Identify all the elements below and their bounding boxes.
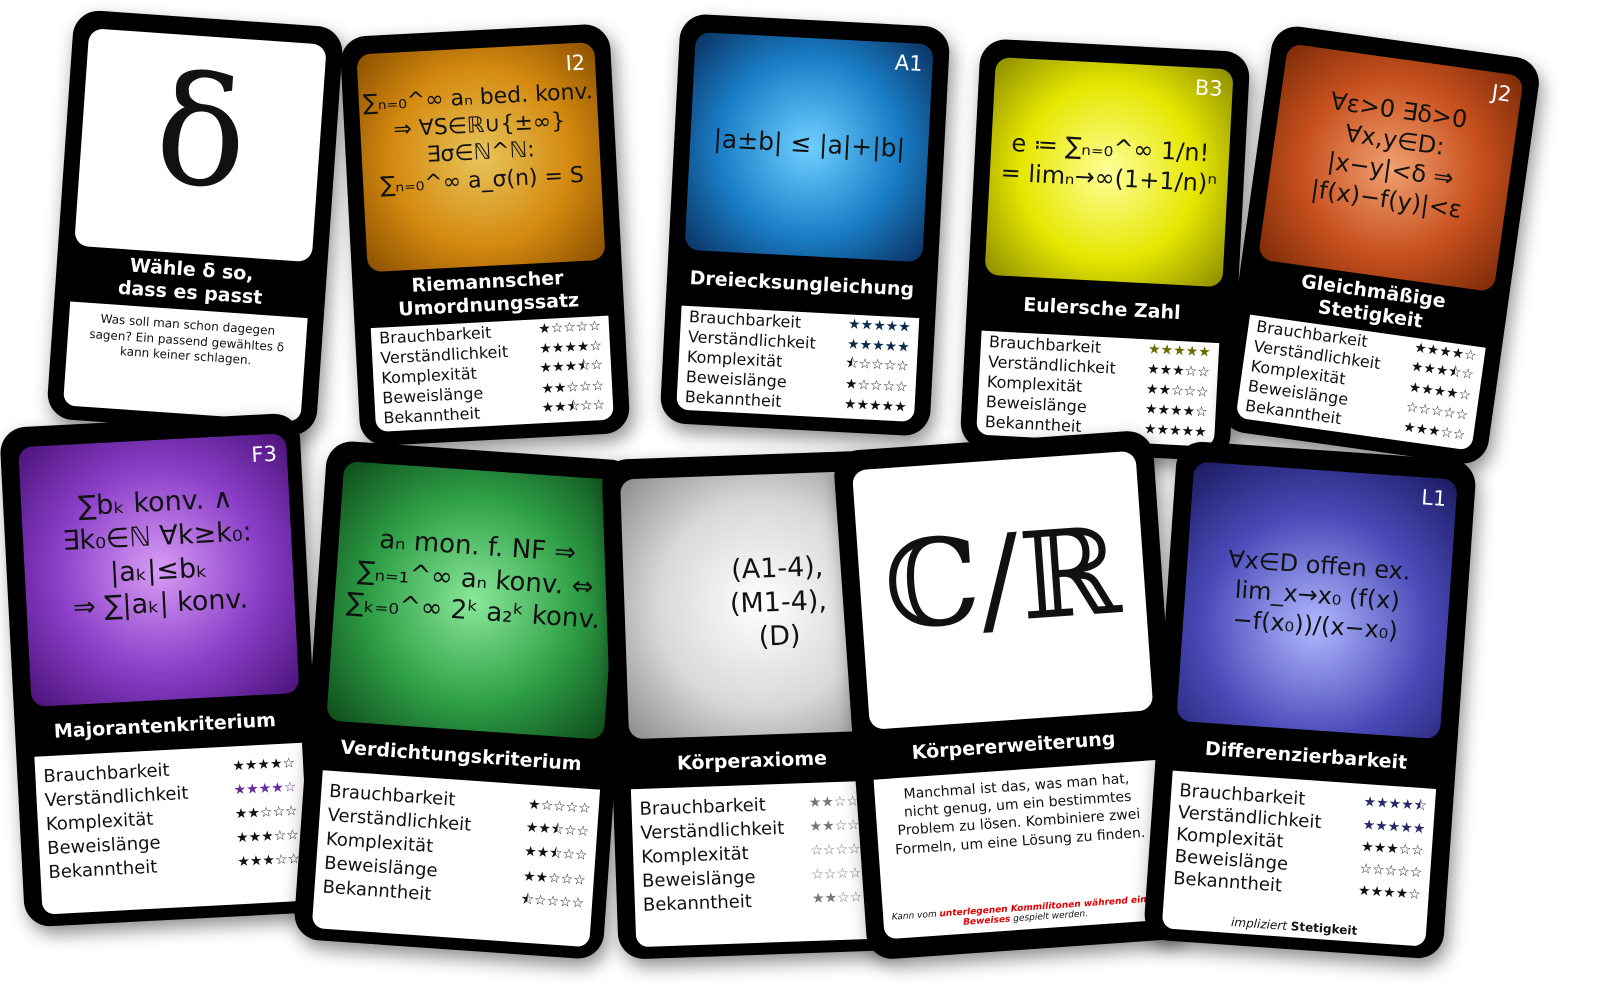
card-majorant[interactable]: F3 ∑bₖ konv. ∧ ∃k₀∈ℕ ∀k≥k₀: |aₖ|≤bₖ ⇒ ∑|… — [0, 412, 325, 928]
card-code: I2 — [564, 50, 586, 76]
card-code: J2 — [1490, 80, 1513, 107]
card-art: ℂ/ℝ — [851, 450, 1154, 730]
card-stats: Brauchbarkeit ★★★★★ Verständlichkeit ★★★☆☆… — [976, 330, 1220, 447]
card-art: δ — [74, 28, 327, 263]
card-art: aₙ mon. f. NF ⇒ ∑ₙ₌₁^∞ aₙ konv. ⇔ ∑ₖ₌₀^∞… — [326, 461, 622, 740]
card-art: A1 |a±b| ≤ |a|+|b| — [684, 32, 934, 263]
stat-stars: ★★★★★ — [1147, 341, 1212, 361]
card-stats: Brauchbarkeit ★★★★☆ Verständlichkeit ★★★★☆… — [34, 742, 311, 915]
card-art: B3 e ≔ ∑ₙ₌₀^∞ 1/n! = limₙ→∞(1+1/n)ⁿ — [984, 57, 1234, 288]
stat-label: Beweislänge — [641, 866, 756, 892]
stat-stars: ⯪☆☆☆☆ — [520, 891, 585, 912]
stat-stars: ★★⯪☆☆ — [523, 843, 588, 864]
card-formula: aₙ mon. f. NF ⇒ ∑ₙ₌₁^∞ aₙ konv. ⇔ ∑ₖ₌₀^∞… — [345, 524, 602, 636]
card-stats: Brauchbarkeit ★★★★★ Verständlichkeit ★★★★★… — [676, 305, 920, 422]
card-title: Dreiecksungleichung — [689, 266, 915, 301]
card-formula: ∀x∈D offen ex. lim_x→x₀ (f(x)−f(x₀))/(x−… — [1227, 544, 1412, 645]
card-formula: ∀ε>0 ∃δ>0 ∀x,y∈D: |x−y|<δ ⇒ |f(x)−f(y)|<… — [1309, 86, 1470, 224]
stat-label: Bekanntheit — [684, 386, 783, 411]
stat-stars: ★★★★☆ — [1144, 401, 1209, 421]
card-formula: ∑ₙ₌₀^∞ aₙ bed. konv. ⇒ ∀S∈ℝ∪{±∞} ∃σ∈ℕ^ℕ:… — [362, 79, 594, 198]
card-art: F3 ∑bₖ konv. ∧ ∃k₀∈ℕ ∀k≥k₀: |aₖ|≤bₖ ⇒ ∑|… — [18, 433, 300, 707]
card-title: Eulersche Zahl — [1022, 293, 1182, 324]
stat-stars: ★★★☆☆ — [236, 851, 301, 871]
card-description: Was soll man schon dagegen sagen? Ein pa… — [88, 311, 285, 368]
card-description-panel: Manchmal ist das, was man hat, nicht gen… — [873, 759, 1169, 940]
card-formula: (A1-4), (M1-4), (D) — [729, 551, 828, 653]
stat-stars: ★★★★☆ — [1357, 882, 1422, 904]
stat-stars: ★★★☆☆ — [1360, 838, 1425, 860]
card-description-panel: Was soll man schon dagegen sagen? Ein pa… — [62, 301, 308, 422]
stat-stars: ★☆☆☆☆ — [537, 318, 602, 338]
stat-stars: ★★⯪☆☆ — [541, 396, 606, 417]
stat-stars: ★★★★★ — [847, 316, 912, 336]
card-delta[interactable]: δ Wähle δ so, dass es passt Was soll man… — [46, 9, 344, 437]
note-text: Kann vom — [891, 909, 940, 923]
card-art: L1 ∀x∈D offen ex. lim_x→x₀ (f(x)−f(x₀))/… — [1176, 461, 1458, 740]
stat-label: Bekanntheit — [47, 856, 158, 883]
stat-label: Brauchbarkeit — [639, 794, 767, 820]
card-koerpererweiterung[interactable]: ℂ/ℝ Körpererweiterung Manchmal ist das, … — [832, 429, 1188, 961]
card-riemann[interactable]: I2 ∑ₙ₌₀^∞ aₙ bed. konv. ⇒ ∀S∈ℝ∪{±∞} ∃σ∈ℕ… — [339, 23, 631, 447]
card-stats: Brauchbarkeit ★★☆☆☆ Verständlichkeit ★★☆☆☆… — [630, 780, 885, 948]
card-verdichtung[interactable]: aₙ mon. f. NF ⇒ ∑ₙ₌₁^∞ aₙ konv. ⇔ ∑ₖ₌₀^∞… — [292, 439, 638, 961]
stat-stars: ★★★★⯪ — [1362, 794, 1428, 815]
card-play-note: Kann vom unterlegenen Kommilitonen währe… — [891, 894, 1160, 933]
stat-stars: ★★★★★ — [1143, 421, 1208, 441]
stat-label: Bekanntheit — [321, 876, 433, 905]
stat-label: Verständlichkeit — [640, 817, 785, 844]
stat-stars: ★★☆☆☆ — [522, 868, 587, 889]
stat-stars: ★★★⯪☆ — [539, 357, 604, 377]
card-code: F3 — [250, 441, 278, 468]
card-stats: Brauchbarkeit ★★★★⯪ Verständlichkeit ★★★★★… — [1161, 770, 1437, 947]
card-euler[interactable]: B3 e ≔ ∑ₙ₌₀^∞ 1/n! = limₙ→∞(1+1/n)ⁿ Eule… — [959, 38, 1251, 462]
card-art: I2 ∑ₙ₌₀^∞ aₙ bed. konv. ⇒ ∀S∈ℝ∪{±∞} ∃σ∈ℕ… — [356, 42, 606, 273]
card-art: J2 ∀ε>0 ∃δ>0 ∀x,y∈D: |x−y|<δ ⇒ |f(x)−f(y… — [1257, 43, 1524, 293]
card-code: A1 — [894, 50, 924, 76]
stat-stars: ★★★★★ — [1362, 816, 1426, 838]
card-description: Manchmal ist das, was man hat, nicht gen… — [894, 770, 1146, 858]
field-extension-symbol: ℂ/ℝ — [879, 502, 1125, 658]
stat-label: Komplexität — [640, 842, 749, 868]
stat-label: Bekanntheit — [382, 403, 481, 428]
stat-stars: ★★★☆☆ — [235, 827, 300, 847]
card-formula: |a±b| ≤ |a|+|b| — [712, 124, 906, 164]
card-gleichmaessig[interactable]: J2 ∀ε>0 ∃δ>0 ∀x,y∈D: |x−y|<δ ⇒ |f(x)−f(y… — [1217, 23, 1543, 467]
stat-stars: ★★★★☆ — [233, 779, 297, 799]
card-implies-note: impliziert Stetigkeit — [1172, 911, 1416, 942]
implies-target: Stetigkeit — [1290, 919, 1358, 938]
stat-stars: ★★☆☆☆ — [1145, 381, 1210, 401]
stat-stars: ★★★☆☆ — [1146, 361, 1211, 381]
card-formula: ∑bₖ konv. ∧ ∃k₀∈ℕ ∀k≥k₀: |aₖ|≤bₖ ⇒ ∑|aₖ|… — [61, 483, 253, 624]
stat-stars: ★★☆☆☆ — [234, 803, 298, 823]
card-formula: e ≔ ∑ₙ₌₀^∞ 1/n! = limₙ→∞(1+1/n)ⁿ — [999, 128, 1218, 198]
stat-stars: ★☆☆☆☆ — [844, 376, 909, 396]
stat-label: Bekanntheit — [984, 411, 1083, 436]
stat-label: Bekanntheit — [642, 890, 753, 916]
card-title: Riemannscher Umordnungssatz — [397, 267, 580, 321]
stat-stars: ★★★★★ — [843, 396, 908, 416]
delta-symbol: δ — [150, 43, 253, 224]
implies-text: impliziert — [1230, 915, 1292, 934]
card-stats: Brauchbarkeit ★☆☆☆☆ Verständlichkeit ★★★★☆… — [370, 315, 614, 432]
stat-stars: ★☆☆☆☆ — [527, 796, 592, 818]
card-code: L1 — [1420, 485, 1448, 511]
card-code: B3 — [1194, 75, 1224, 101]
stat-stars: ☆☆☆☆☆ — [1359, 860, 1423, 882]
card-stats: Brauchbarkeit ★☆☆☆☆ Verständlichkeit ★★⯪☆☆… — [311, 770, 601, 948]
stat-stars: ★★★★☆ — [231, 755, 296, 775]
card-differenzierbarkeit[interactable]: L1 ∀x∈D offen ex. lim_x→x₀ (f(x)−f(x₀))/… — [1142, 440, 1478, 960]
stat-stars: ⯪☆☆☆☆ — [844, 355, 910, 375]
card-dreieck[interactable]: A1 |a±b| ≤ |a|+|b| Dreiecksungleichung B… — [659, 13, 951, 437]
